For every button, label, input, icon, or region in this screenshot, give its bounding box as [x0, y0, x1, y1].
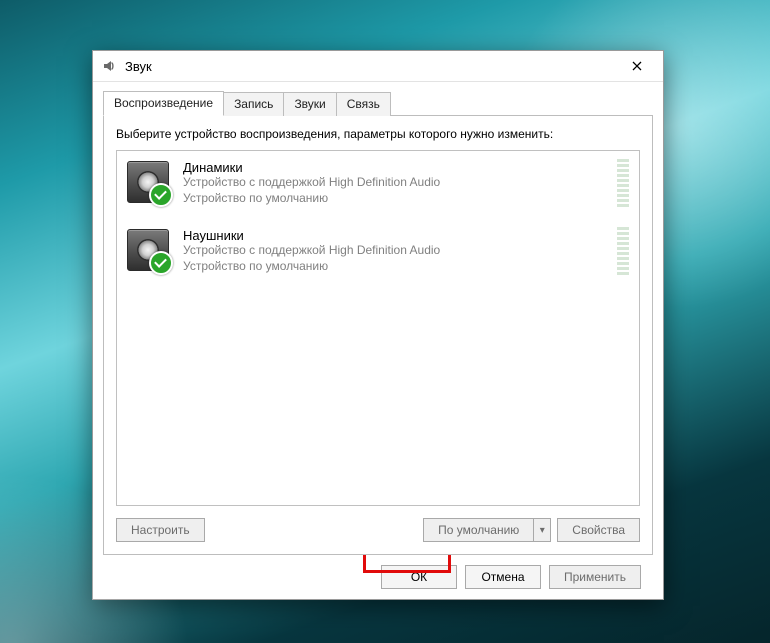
- properties-button[interactable]: Свойства: [557, 518, 640, 542]
- device-status: Устройство по умолчанию: [183, 191, 605, 207]
- tab-sounds[interactable]: Звуки: [283, 92, 336, 116]
- default-check-icon: [149, 251, 173, 275]
- tab-recording[interactable]: Запись: [223, 92, 284, 116]
- chevron-down-icon[interactable]: ▾: [533, 518, 551, 542]
- ok-button[interactable]: ОК: [381, 565, 457, 589]
- cancel-button[interactable]: Отмена: [465, 565, 541, 589]
- client-area: Воспроизведение Запись Звуки Связь Выбер…: [93, 82, 663, 599]
- sound-dialog: Звук Воспроизведение Запись Звуки Связь …: [92, 50, 664, 600]
- level-meter: [617, 227, 629, 275]
- device-desc: Устройство с поддержкой High Definition …: [183, 175, 605, 191]
- tab-communications[interactable]: Связь: [336, 92, 391, 116]
- default-check-icon: [149, 183, 173, 207]
- device-title: Наушники: [183, 228, 605, 244]
- sound-icon: [101, 58, 117, 74]
- device-item-headphones[interactable]: Наушники Устройство с поддержкой High De…: [117, 219, 639, 283]
- level-meter: [617, 159, 629, 207]
- tab-playback[interactable]: Воспроизведение: [103, 91, 224, 116]
- dialog-buttons-row: ОК Отмена Применить: [103, 555, 653, 589]
- tab-page-playback: Выберите устройство воспроизведения, пар…: [103, 115, 653, 555]
- apply-button[interactable]: Применить: [549, 565, 641, 589]
- device-desc: Устройство с поддержкой High Definition …: [183, 243, 605, 259]
- device-status: Устройство по умолчанию: [183, 259, 605, 275]
- window-title: Звук: [125, 59, 617, 74]
- device-list[interactable]: Динамики Устройство с поддержкой High De…: [116, 150, 640, 506]
- desktop-background: Звук Воспроизведение Запись Звуки Связь …: [0, 0, 770, 643]
- instruction-text: Выберите устройство воспроизведения, пар…: [116, 126, 640, 142]
- speaker-icon: [127, 161, 171, 205]
- speaker-icon: [127, 229, 171, 273]
- configure-button[interactable]: Настроить: [116, 518, 205, 542]
- close-button[interactable]: [617, 52, 657, 80]
- set-default-button[interactable]: По умолчанию: [423, 518, 533, 542]
- titlebar: Звук: [93, 51, 663, 82]
- device-item-speakers[interactable]: Динамики Устройство с поддержкой High De…: [117, 151, 639, 215]
- device-title: Динамики: [183, 160, 605, 176]
- device-buttons-row: Настроить По умолчанию ▾ Свойства: [116, 518, 640, 542]
- set-default-splitbutton[interactable]: По умолчанию ▾: [423, 518, 551, 542]
- tabstrip: Воспроизведение Запись Звуки Связь: [103, 90, 653, 115]
